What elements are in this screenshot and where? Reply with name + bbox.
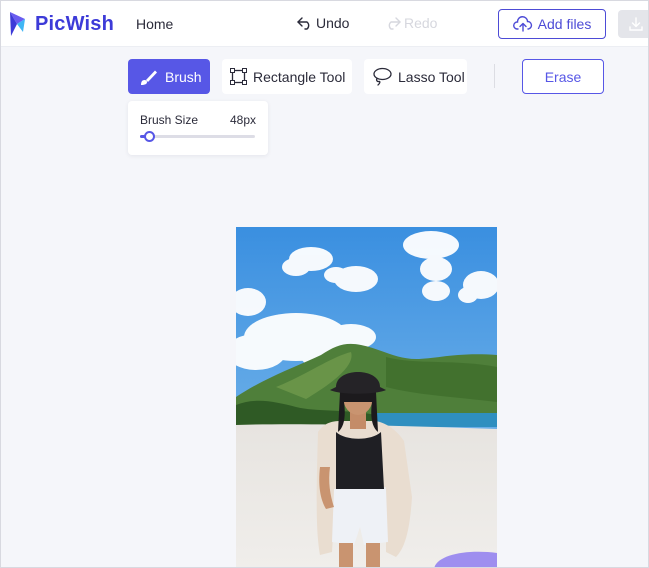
download-button[interactable]	[618, 10, 648, 38]
undo-button[interactable]: Undo	[297, 15, 349, 31]
upload-cloud-icon	[512, 16, 532, 32]
top-header: PicWish Home Undo Redo Add files	[1, 1, 648, 47]
toolbar-divider	[494, 64, 495, 88]
nav-home-link[interactable]: Home	[136, 16, 173, 32]
erase-label: Erase	[544, 68, 582, 85]
brush-size-slider-thumb[interactable]	[143, 131, 155, 142]
photo-illustration	[236, 227, 497, 567]
add-files-button[interactable]: Add files	[498, 9, 606, 39]
brush-size-label: Brush Size	[140, 113, 199, 127]
brush-size-panel: Brush Size 48px	[128, 101, 268, 155]
lasso-icon	[373, 67, 392, 86]
app-window: PicWish Home Undo Redo Add files Brush R…	[0, 0, 649, 568]
rectangle-tool-button[interactable]: Rectangle Tool	[222, 59, 352, 94]
brush-size-value: 48px	[229, 113, 256, 127]
logo[interactable]: PicWish	[7, 10, 114, 38]
rectangle-tool-label: Rectangle Tool	[253, 68, 346, 85]
erase-button[interactable]: Erase	[522, 59, 604, 94]
lasso-tool-button[interactable]: Lasso Tool	[364, 59, 467, 94]
brush-icon	[141, 70, 157, 85]
undo-icon	[297, 17, 310, 30]
download-icon	[629, 17, 643, 31]
add-files-label: Add files	[537, 16, 592, 32]
picwish-logo-icon	[10, 12, 25, 36]
brush-tool-button[interactable]: Brush	[128, 59, 210, 94]
editing-canvas-image[interactable]	[236, 227, 497, 567]
undo-label: Undo	[316, 15, 350, 31]
brush-size-slider-track[interactable]	[140, 135, 255, 138]
redo-icon	[388, 17, 401, 30]
redo-button[interactable]: Redo	[385, 15, 437, 31]
brush-tool-label: Brush	[165, 68, 202, 85]
redo-label: Redo	[404, 15, 438, 31]
rectangle-select-icon	[230, 68, 247, 85]
lasso-tool-label: Lasso Tool	[398, 68, 465, 85]
logo-text: PicWish	[35, 12, 115, 35]
